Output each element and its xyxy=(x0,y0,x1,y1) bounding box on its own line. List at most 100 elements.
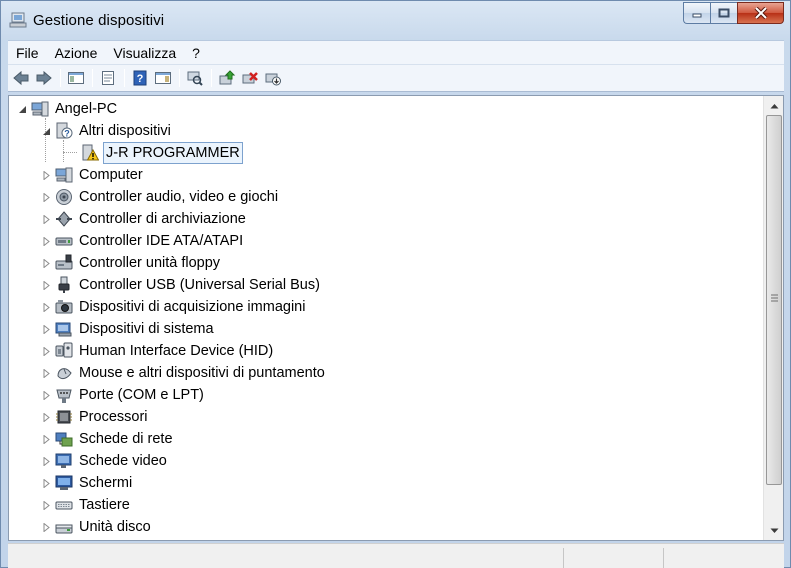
tree-node-category[interactable]: Schede video xyxy=(41,450,169,472)
tree-node-category[interactable]: Controller unità floppy xyxy=(41,252,222,274)
speaker-icon xyxy=(55,188,73,206)
tree-node-category[interactable]: Schede di rete xyxy=(41,428,175,450)
expand-arrow-icon[interactable] xyxy=(41,522,51,532)
close-icon xyxy=(754,7,767,19)
tree-node-category[interactable]: Processori xyxy=(41,406,150,428)
tree-node-category[interactable]: Unità disco xyxy=(41,516,153,538)
tree-node-category[interactable]: Dispositivi di acquisizione immagini xyxy=(41,296,307,318)
expand-arrow-icon[interactable] xyxy=(41,368,51,378)
expand-arrow-icon[interactable] xyxy=(41,434,51,444)
tree-node-category[interactable]: Controller audio, video e giochi xyxy=(41,186,280,208)
close-button[interactable] xyxy=(737,2,784,24)
menu-visualizza[interactable]: Visualizza xyxy=(105,42,184,64)
maximize-icon xyxy=(718,8,730,18)
display-adapter-icon xyxy=(55,452,73,470)
toolbar-separator xyxy=(60,69,61,87)
scroll-grip-icon xyxy=(771,294,778,302)
menu-help[interactable]: ? xyxy=(184,42,208,64)
disable-device-icon xyxy=(265,73,281,86)
expand-arrow-icon[interactable] xyxy=(41,170,51,180)
expand-arrow-icon[interactable] xyxy=(41,346,51,356)
chevron-down-icon xyxy=(770,528,778,533)
toolbar: ? xyxy=(8,64,784,92)
disable-device-button[interactable] xyxy=(262,67,284,89)
update-driver-icon xyxy=(219,70,236,85)
device-tree: Angel-PC ? Altri dispositivi J-R PROGRAM… xyxy=(9,96,763,540)
expand-arrow-icon[interactable] xyxy=(41,456,51,466)
mouse-icon xyxy=(55,364,73,382)
tree-node-category[interactable]: Controller USB (Universal Serial Bus) xyxy=(41,274,322,296)
expand-arrow-icon[interactable] xyxy=(41,390,51,400)
toolbar-separator xyxy=(211,69,212,87)
action-pane-button[interactable] xyxy=(152,67,174,89)
tree-node-label: Angel-PC xyxy=(55,101,118,117)
show-hide-tree-button[interactable] xyxy=(65,67,87,89)
warning-device-icon xyxy=(81,144,99,162)
tree-node-category[interactable]: Dispositivi di sistema xyxy=(41,318,216,340)
tree-node-label: Controller audio, video e giochi xyxy=(79,189,279,205)
expand-arrow-icon[interactable] xyxy=(41,192,51,202)
tree-node-altri-dispositivi[interactable]: ? Altri dispositivi xyxy=(41,120,173,142)
tree-node-label: Porte (COM e LPT) xyxy=(79,387,204,403)
tree-node-label: Mouse e altri dispositivi di puntamento xyxy=(79,365,325,381)
scroll-down-button[interactable] xyxy=(765,522,783,539)
scan-hardware-button[interactable] xyxy=(184,67,206,89)
uninstall-button[interactable] xyxy=(239,67,261,89)
network-adapter-icon xyxy=(55,430,73,448)
tree-node-label: Human Interface Device (HID) xyxy=(79,343,274,359)
minimize-button[interactable] xyxy=(683,2,710,24)
tree-node-label: Schermi xyxy=(79,475,133,491)
hid-icon xyxy=(55,342,73,360)
show-hide-console-tree-icon xyxy=(68,72,84,84)
expand-arrow-icon[interactable] xyxy=(41,302,51,312)
floppy-controller-icon xyxy=(55,254,73,272)
expand-arrow-icon[interactable] xyxy=(41,214,51,224)
expand-arrow-icon[interactable] xyxy=(41,280,51,290)
back-button[interactable] xyxy=(10,67,32,89)
toolbar-separator xyxy=(124,69,125,87)
tree-node-category[interactable]: Mouse e altri dispositivi di puntamento xyxy=(41,362,327,384)
keyboard-icon xyxy=(55,496,73,514)
tree-node-category[interactable]: Computer xyxy=(41,164,145,186)
expand-arrow-icon[interactable] xyxy=(41,478,51,488)
tree-node-j-r-programmer[interactable]: J-R PROGRAMMER xyxy=(81,142,243,164)
device-manager-window: Gestione dispositivi File Azione Visuali… xyxy=(0,0,791,568)
tree-node-category[interactable]: Human Interface Device (HID) xyxy=(41,340,275,362)
menu-azione[interactable]: Azione xyxy=(47,42,106,64)
collapse-arrow-icon[interactable] xyxy=(41,126,51,136)
tree-node-category[interactable]: Porte (COM e LPT) xyxy=(41,384,206,406)
tree-node-label: Controller IDE ATA/ATAPI xyxy=(79,233,244,249)
computer-icon xyxy=(55,166,73,184)
vertical-scrollbar[interactable] xyxy=(763,96,783,540)
maximize-button[interactable] xyxy=(710,2,737,24)
forward-button[interactable] xyxy=(33,67,55,89)
caption-buttons xyxy=(683,2,784,24)
expand-arrow-icon[interactable] xyxy=(41,324,51,334)
scroll-up-button[interactable] xyxy=(765,97,783,114)
expand-arrow-icon[interactable] xyxy=(41,412,51,422)
collapse-arrow-icon[interactable] xyxy=(17,104,27,114)
ide-controller-icon xyxy=(55,232,73,250)
scroll-thumb[interactable] xyxy=(766,115,782,485)
tree-node-category[interactable]: Tastiere xyxy=(41,494,132,516)
tree-node-label: Unità disco xyxy=(79,519,151,535)
expand-arrow-icon[interactable] xyxy=(41,236,51,246)
update-driver-button[interactable] xyxy=(216,67,238,89)
title-bar[interactable]: Gestione dispositivi xyxy=(1,1,790,39)
tree-node-category[interactable]: Controller IDE ATA/ATAPI xyxy=(41,230,245,252)
properties-button[interactable] xyxy=(97,67,119,89)
tree-node-label: Computer xyxy=(79,167,143,183)
tree-node-category[interactable]: Controller di archiviazione xyxy=(41,208,248,230)
help-button[interactable]: ? xyxy=(129,67,151,89)
menu-bar: File Azione Visualizza ? xyxy=(8,40,784,64)
minimize-icon xyxy=(692,13,702,18)
expand-arrow-icon[interactable] xyxy=(41,258,51,268)
tree-node-label: Controller di archiviazione xyxy=(79,211,246,227)
expand-arrow-icon[interactable] xyxy=(41,500,51,510)
tree-root-angel-pc[interactable]: Angel-PC xyxy=(17,98,119,120)
chevron-up-icon xyxy=(770,103,778,108)
window-title: Gestione dispositivi xyxy=(33,12,165,29)
tree-node-category[interactable]: Schermi xyxy=(41,472,134,494)
menu-file[interactable]: File xyxy=(8,42,47,64)
properties-icon xyxy=(102,71,114,85)
